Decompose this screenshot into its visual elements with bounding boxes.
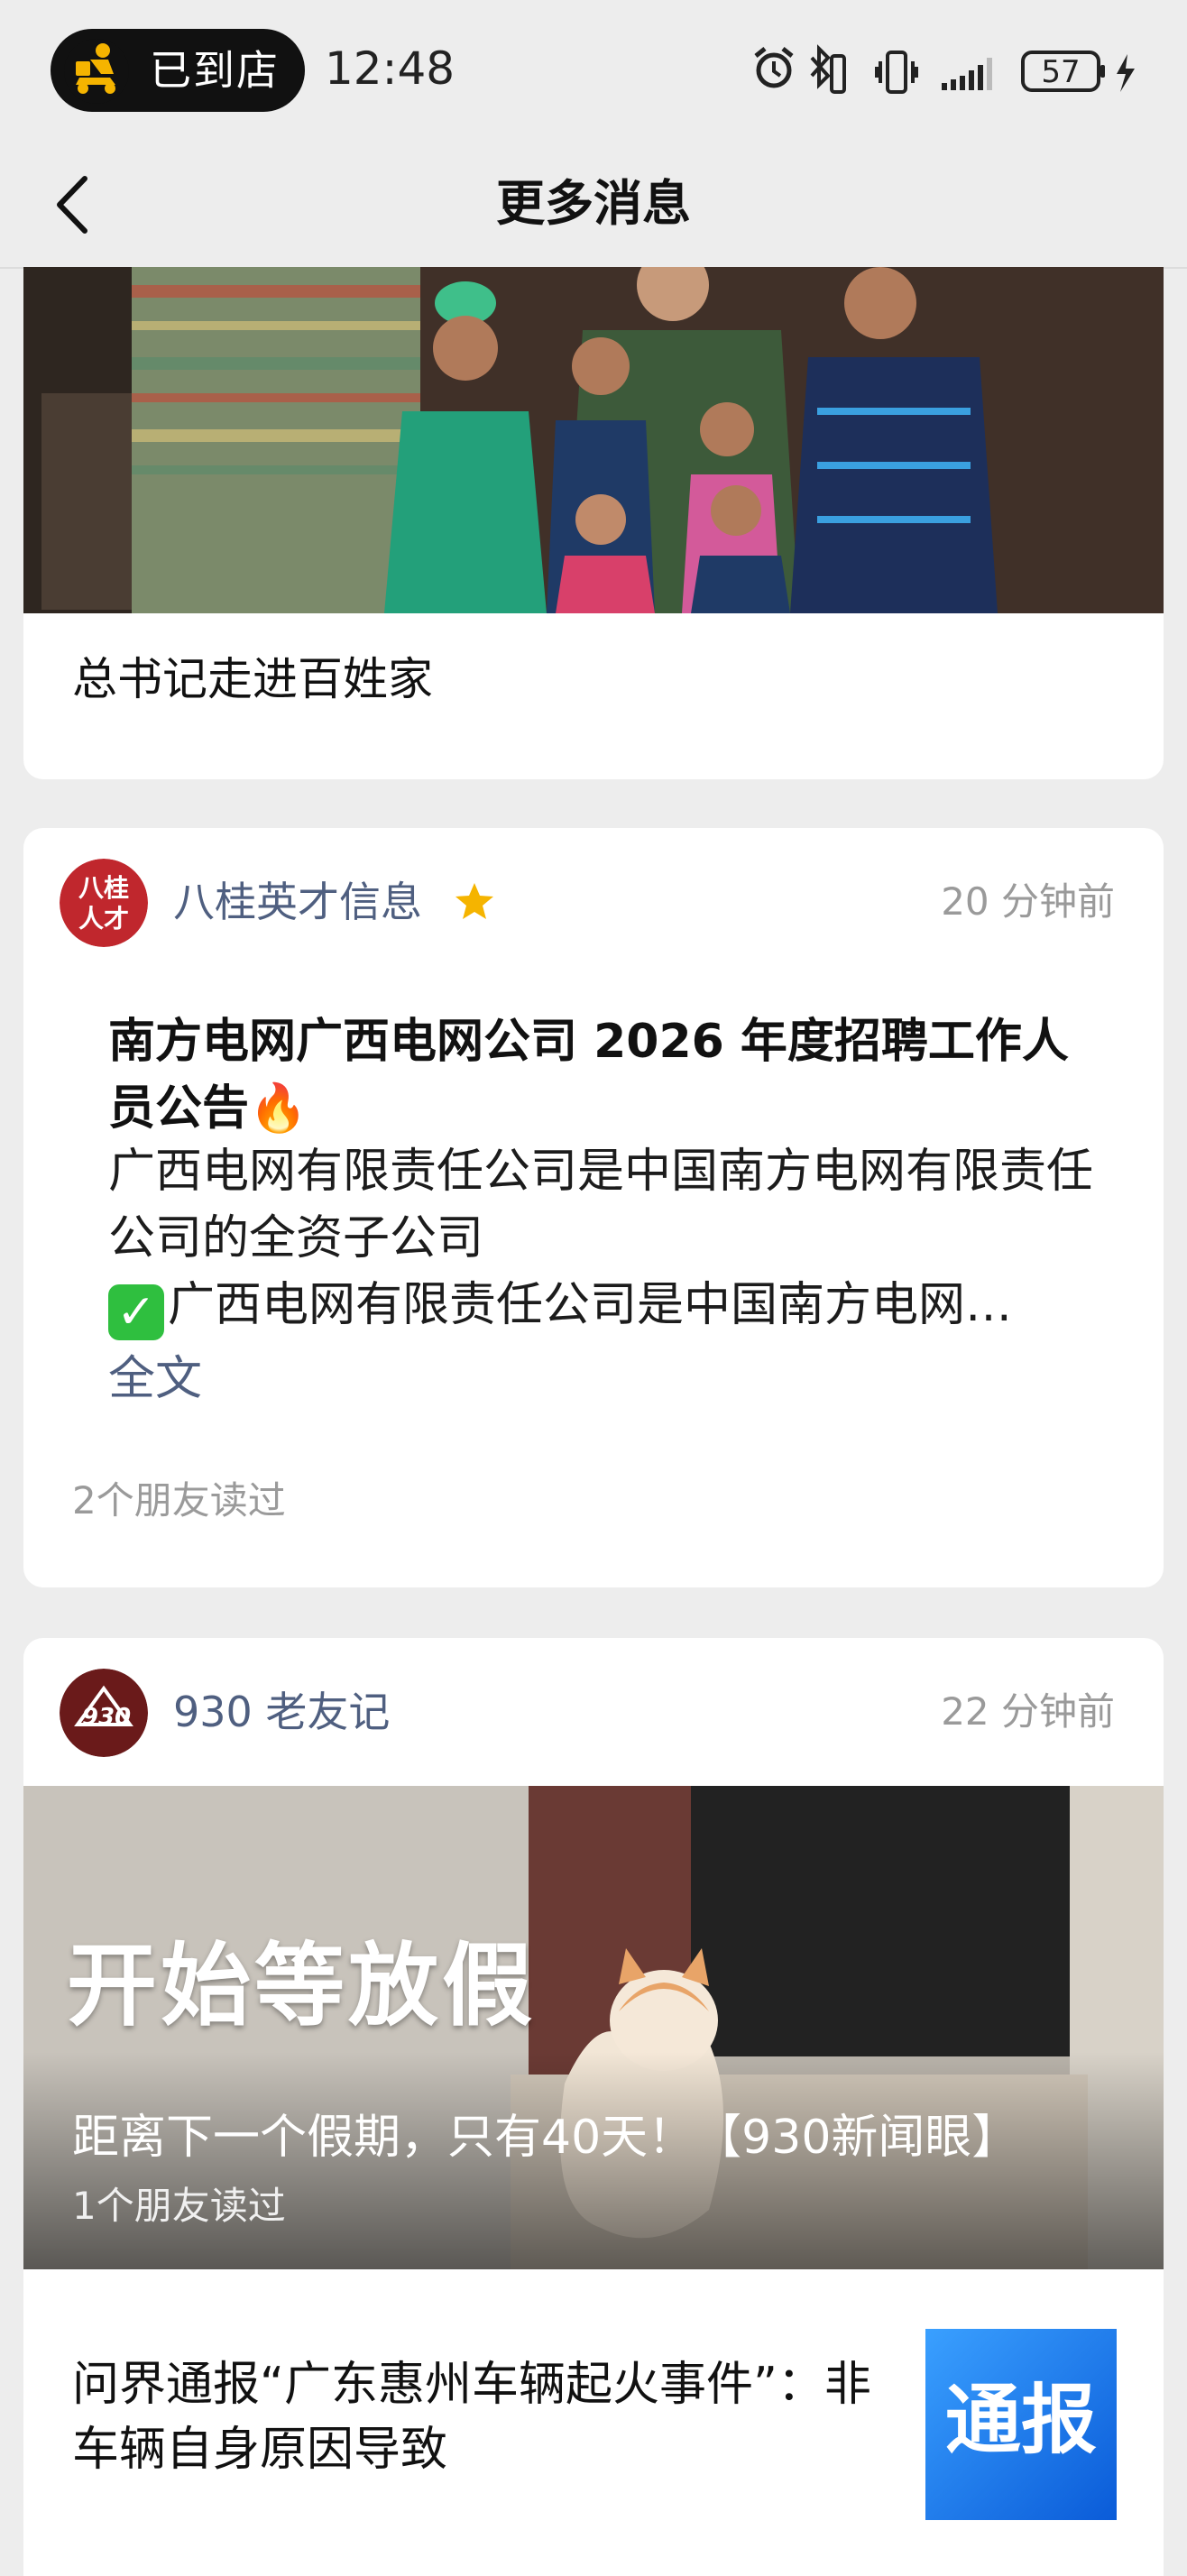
battery-icon: 57 xyxy=(1021,51,1135,92)
post-excerpt: 广西电网有限责任公司是中国南方电网有限责任公司的全资子公司 ✓ 广西电网有限责任公… xyxy=(108,1138,1109,1340)
delivery-rider-icon xyxy=(64,39,129,104)
navigation-bar: 更多消息 xyxy=(0,144,1187,269)
status-time: 12:48 xyxy=(325,42,455,95)
alarm-icon xyxy=(754,47,794,88)
post-title[interactable]: 南方电网广西电网公司 2026 年度招聘工作人员公告🔥 xyxy=(108,1008,1091,1142)
article-title: 总书记走进百姓家 xyxy=(72,653,433,705)
svg-text:八桂: 八桂 xyxy=(78,873,129,903)
checkmark-icon: ✓ xyxy=(108,1284,164,1340)
system-status-icons: 57 xyxy=(754,44,1135,94)
pill-label: 已到店 xyxy=(150,46,280,95)
bluetooth-icon xyxy=(810,44,846,94)
article-card[interactable]: 总书记走进百姓家 xyxy=(23,267,1164,779)
svg-text:人才: 人才 xyxy=(78,904,129,934)
excerpt-text: 广西电网有限责任公司是中国南方电网… xyxy=(168,1278,1013,1332)
account-avatar[interactable]: 930 xyxy=(60,1669,148,1757)
excerpt-line: 广西电网有限责任公司是中国南方电网有限责任公司的全资子公司 xyxy=(108,1145,1094,1265)
svg-text:通报: 通报 xyxy=(945,2376,1097,2464)
post-time: 20 分钟前 xyxy=(941,879,1115,924)
page-title: 更多消息 xyxy=(496,175,691,232)
post-card[interactable]: 930 930 老友记 22 分钟前 开始等放假 距离下一个假期，只有40天！【… xyxy=(23,1638,1164,2576)
account-name[interactable]: 930 老友记 xyxy=(173,1683,390,1741)
news-item-title[interactable]: 问界通报“广东惠州车辆起火事件”：非车辆自身原因导致 xyxy=(72,2352,902,2482)
post-card[interactable]: 八桂 人才 八桂英才信息 20 分钟前 南方电网广西电网公司 2026 年度招聘… xyxy=(23,828,1164,1587)
news-thumbnail[interactable]: 通报 xyxy=(925,2329,1117,2520)
account-avatar[interactable]: 八桂 人才 xyxy=(60,859,148,947)
video-title[interactable]: 距离下一个假期，只有40天！【930新闻眼】 xyxy=(72,2105,1018,2170)
account-name[interactable]: 八桂英才信息 xyxy=(173,873,422,931)
star-icon xyxy=(455,883,493,919)
delivery-status-pill[interactable]: 已到店 xyxy=(51,29,305,112)
excerpt-line: ✓ 广西电网有限责任公司是中国南方电网… xyxy=(108,1272,1109,1340)
status-bar: 已到店 12:48 57 xyxy=(0,0,1187,144)
signal-icon xyxy=(942,58,992,90)
read-full-link[interactable]: 全文 xyxy=(108,1346,202,1412)
svg-text:930: 930 xyxy=(82,1704,131,1731)
friends-read-count: 1个朋友读过 xyxy=(72,2184,286,2228)
friends-read-count: 2个朋友读过 xyxy=(72,1478,286,1523)
svg-text:57: 57 xyxy=(1041,54,1080,90)
post-time: 22 分钟前 xyxy=(941,1689,1115,1734)
cover-caption: 开始等放假 xyxy=(67,1933,536,2038)
vibrate-icon xyxy=(875,51,918,94)
article-photo xyxy=(23,267,1164,613)
